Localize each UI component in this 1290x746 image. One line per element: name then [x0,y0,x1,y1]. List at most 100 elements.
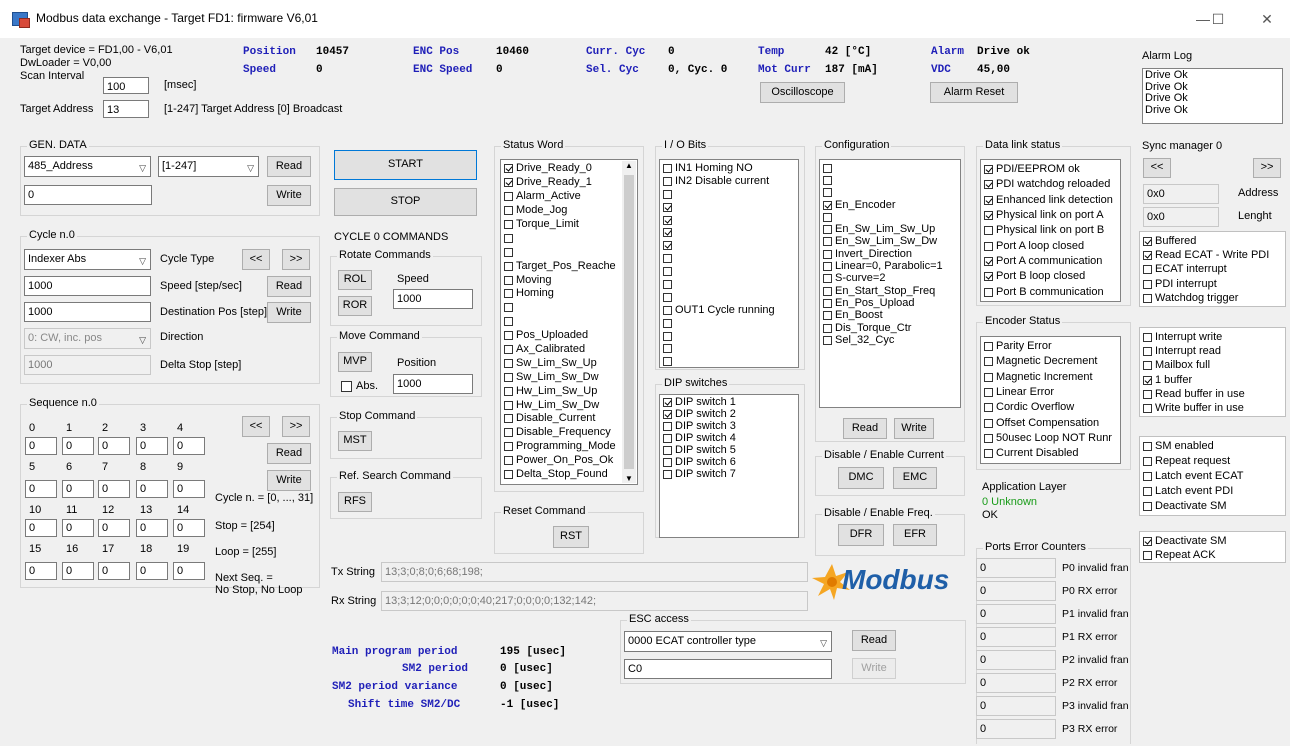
cycle-speed-input[interactable]: 1000 [24,276,151,296]
cycle-next-button[interactable]: >> [282,249,310,270]
sync-prev-button[interactable]: << [1143,158,1171,178]
checkbox-item[interactable] [660,291,798,304]
scroll-down-icon[interactable]: ▼ [622,474,636,483]
sequence-cell-input[interactable]: 0 [98,562,130,580]
sequence-cell-input[interactable]: 0 [173,437,205,455]
checkbox-item[interactable]: 1 buffer [1140,373,1285,387]
checkbox-item[interactable]: Power_On_Pos_Ok [501,454,637,468]
checkbox-item[interactable]: Alarm_Active [501,190,637,204]
checkbox-item[interactable]: Disable_Frequency [501,426,637,440]
mst-button[interactable]: MST [338,431,372,451]
rst-button[interactable]: RST [553,526,589,548]
esc-value-input[interactable]: C0 [624,659,832,679]
checkbox-icon[interactable] [823,163,832,173]
checkbox-icon[interactable] [663,457,672,467]
data-link-list[interactable]: PDI/EEPROM ok PDI watchdog reloaded Enhanc… [980,159,1121,302]
checkbox-checked-icon[interactable] [984,272,993,282]
checkbox-item[interactable]: Linear Error [981,385,1120,400]
checkbox-item[interactable] [660,330,798,343]
checkbox-checked-icon[interactable] [1143,236,1152,246]
checkbox-icon[interactable] [663,305,672,315]
checkbox-icon[interactable] [823,225,832,235]
checkbox-item[interactable] [660,278,798,291]
checkbox-item[interactable]: Sw_Lim_Sw_Dw [501,370,637,384]
sequence-cell-input[interactable]: 0 [173,562,205,580]
checkbox-item[interactable]: Watchdog trigger [1140,291,1285,305]
status-word-list[interactable]: ▲ ▼ Drive_Ready_0 Drive_Ready_1 Alarm_Activ… [500,159,638,485]
checkbox-checked-icon[interactable] [663,398,672,408]
checkbox-icon[interactable] [663,469,672,479]
checkbox-item[interactable]: En_Sw_Lim_Sw_Up [820,223,960,235]
checkbox-item[interactable] [660,239,798,252]
checkbox-item[interactable]: Drive_Ready_1 [501,176,637,190]
checkbox-icon[interactable] [663,434,672,444]
sync-flags-1[interactable]: Buffered Read ECAT - Write PDI ECAT interr… [1139,231,1286,307]
alarm-reset-button[interactable]: Alarm Reset [930,82,1018,103]
esc-register-select[interactable]: 0000 ECAT controller type ▽ [624,631,832,652]
checkbox-icon[interactable] [663,267,672,277]
checkbox-item[interactable]: Mailbox full [1140,359,1285,373]
checkbox-checked-icon[interactable] [984,180,993,190]
checkbox-item[interactable]: Read ECAT - Write PDI [1140,248,1285,262]
checkbox-item[interactable]: IN2 Disable current [660,175,798,188]
checkbox-icon[interactable] [1143,404,1152,414]
checkbox-item[interactable] [660,188,798,201]
checkbox-icon[interactable] [1143,346,1152,356]
dip-list[interactable]: DIP switch 1 DIP switch 2 DIP switch 3 DIP … [659,394,799,538]
checkbox-checked-icon[interactable] [984,211,993,221]
checkbox-item[interactable]: Magnetic Increment [981,370,1120,385]
checkbox-icon[interactable] [984,372,993,382]
checkbox-checked-icon[interactable] [663,228,672,238]
checkbox-item[interactable] [820,174,960,186]
checkbox-icon[interactable] [1143,293,1152,303]
checkbox-item[interactable]: Mode_Jog [501,204,637,218]
checkbox-item[interactable]: 50usec Loop NOT Runr [981,431,1120,446]
checkbox-icon[interactable] [504,289,513,299]
cycle-type-select[interactable]: Indexer Abs ▽ [24,249,151,270]
checkbox-icon[interactable] [984,449,993,459]
checkbox-item[interactable]: Sel_32_Cyc [820,334,960,346]
checkbox-icon[interactable] [504,220,513,229]
checkbox-item[interactable]: PDI watchdog reloaded [981,177,1120,192]
gen-data-write-button[interactable]: Write [267,185,311,206]
checkbox-icon[interactable] [504,372,513,382]
checkbox-item[interactable]: Invert_Direction [820,248,960,260]
checkbox-item[interactable]: Repeat request [1140,454,1285,469]
checkbox-icon[interactable] [984,403,993,413]
sync-length-input[interactable]: 0x0 [1143,207,1219,227]
checkbox-item[interactable]: OUT1 Cycle running [660,304,798,317]
checkbox-checked-icon[interactable] [823,200,832,210]
checkbox-icon[interactable] [823,298,832,308]
checkbox-icon[interactable] [663,331,672,341]
checkbox-item[interactable]: En_Encoder [820,199,960,211]
checkbox-icon[interactable] [504,275,513,285]
checkbox-icon[interactable] [504,428,513,438]
checkbox-item[interactable]: Magnetic Decrement [981,354,1120,369]
checkbox-item[interactable] [501,315,637,329]
checkbox-item[interactable] [501,231,637,245]
checkbox-icon[interactable] [504,317,513,327]
port-counter-input[interactable]: 0 [976,719,1056,739]
checkbox-item[interactable]: Port B loop closed [981,269,1120,284]
checkbox-icon[interactable] [504,470,513,480]
port-counter-input[interactable]: 0 [976,673,1056,693]
cycle-delta-input[interactable]: 1000 [24,355,151,375]
sequence-cell-input[interactable]: 0 [62,480,94,498]
checkbox-item[interactable]: En_Start_Stop_Freq [820,285,960,297]
checkbox-icon[interactable] [823,286,832,296]
sync-flags-2[interactable]: Interrupt write Interrupt read Mailbox ful… [1139,327,1286,417]
checkbox-icon[interactable] [504,192,513,202]
port-counter-input[interactable]: 0 [976,650,1056,670]
checkbox-item[interactable]: PDI interrupt [1140,277,1285,291]
checkbox-icon[interactable] [504,358,513,368]
checkbox-checked-icon[interactable] [984,195,993,205]
encoder-list[interactable]: Parity Error Magnetic Decrement Magnetic I… [980,336,1121,464]
checkbox-icon[interactable] [663,292,672,302]
checkbox-item[interactable]: DIP switch 6 [660,456,798,468]
checkbox-icon[interactable] [504,233,513,243]
esc-write-button[interactable]: Write [852,658,896,679]
checkbox-icon[interactable] [984,287,993,297]
checkbox-icon[interactable] [984,241,993,251]
checkbox-item[interactable]: Moving [501,273,637,287]
checkbox-item[interactable]: Read buffer in use [1140,387,1285,401]
